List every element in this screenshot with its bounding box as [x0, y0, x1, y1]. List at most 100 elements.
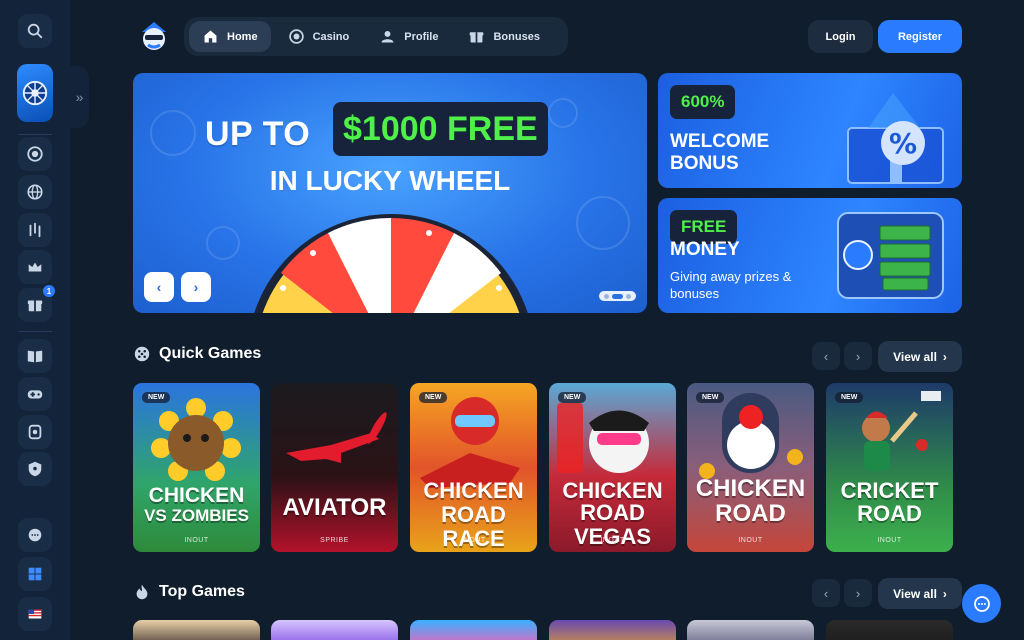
chevron-double-right-icon: » — [75, 89, 84, 105]
nav-label: Profile — [404, 30, 439, 43]
top-games-view-all[interactable]: View all › — [878, 578, 962, 609]
hero-headline-highlight: $1000 FREE — [333, 102, 548, 156]
sidebar-item-tournaments[interactable] — [18, 415, 52, 449]
game-tile-chicken-vs-zombies[interactable]: NEW CHICKEN VS ZOMBIES INOUT — [133, 383, 260, 552]
game-tile-chicken-road-vegas[interactable]: NEW CHICKEN ROAD VEGAS INOUT — [549, 383, 676, 552]
home-icon — [204, 30, 217, 43]
quick-games-header: Quick Games — [133, 345, 261, 363]
new-badge: NEW — [558, 392, 587, 403]
hero-pagination[interactable] — [599, 291, 636, 301]
sidebar-item-security[interactable] — [18, 452, 52, 486]
top-games-header: Top Games — [133, 583, 245, 601]
promo-tag: 600% — [670, 85, 736, 119]
promo-title: WELCOME — [670, 131, 770, 152]
sidebar-item-sports[interactable] — [18, 175, 52, 209]
hero-next-button[interactable]: › — [181, 272, 211, 302]
promo-free-money[interactable]: FREE MONEY Giving away prizes & bonuses — [658, 198, 962, 313]
game-tile-cricket-road[interactable]: NEW CRICKET ROAD INOUT — [826, 383, 953, 552]
top-game-tile[interactable] — [410, 620, 537, 640]
chevron-right-icon: › — [942, 586, 947, 601]
site-logo[interactable] — [136, 18, 172, 54]
nav-casino[interactable]: Casino — [275, 21, 363, 52]
top-game-tile[interactable] — [826, 620, 953, 640]
game-provider: INOUT — [461, 537, 486, 544]
game-tile-chicken-road[interactable]: NEW CHICKEN ROAD INOUT — [687, 383, 814, 552]
hero-banner[interactable]: UP TO $1000 FREE IN LUCKY WHEEL ‹ › — [133, 73, 647, 313]
sidebar-item-trading[interactable] — [18, 213, 52, 247]
promo-title: MONEY — [670, 239, 740, 260]
game-tile-aviator[interactable]: AVIATOR SPRIBE — [271, 383, 398, 552]
login-button[interactable]: Login — [808, 20, 873, 53]
windows-icon — [28, 567, 42, 581]
top-game-tile[interactable] — [549, 620, 676, 640]
sidebar-item-rules[interactable] — [18, 339, 52, 373]
top-games-next-button[interactable]: › — [844, 579, 872, 607]
book-icon — [27, 350, 43, 363]
notification-badge: 1 — [43, 285, 55, 297]
sidebar: 1 — [0, 0, 70, 640]
game-title: ROAD — [857, 501, 922, 526]
chevron-right-icon: › — [855, 585, 861, 601]
chevron-left-icon: ‹ — [823, 348, 829, 364]
hero-headline-line2: IN LUCKY WHEEL — [269, 165, 511, 196]
chevron-right-icon: › — [942, 349, 947, 364]
cricket-player-art — [862, 391, 941, 471]
chevron-left-icon: ‹ — [823, 585, 829, 601]
chat-icon — [973, 595, 990, 612]
live-chat-button[interactable] — [962, 584, 1001, 623]
quick-games-next-button[interactable]: › — [844, 342, 872, 370]
game-title: CHICKEN — [695, 475, 806, 502]
main-nav: Home Casino Profile Bonuses — [184, 17, 568, 56]
sidebar-divider — [18, 331, 52, 332]
nav-profile[interactable]: Profile — [366, 21, 451, 52]
sidebar-item-casino[interactable] — [18, 137, 52, 171]
flag-us-icon — [28, 609, 42, 619]
fire-icon — [136, 584, 148, 600]
game-tile-chicken-road-race[interactable]: NEW CHICKEN ROAD RACE INOUT — [410, 383, 537, 552]
game-title: CRICKET — [840, 478, 939, 503]
search-button[interactable] — [18, 14, 52, 48]
sidebar-item-windows-app[interactable] — [18, 557, 52, 591]
quick-games-view-all[interactable]: View all › — [878, 341, 962, 372]
game-provider: INOUT — [738, 537, 763, 544]
sidebar-item-games[interactable] — [18, 377, 52, 411]
profile-icon — [381, 30, 394, 43]
top-game-tile[interactable] — [271, 620, 398, 640]
nav-bonuses[interactable]: Bonuses — [455, 21, 552, 52]
top-games-prev-button[interactable]: ‹ — [812, 579, 840, 607]
top-game-tile[interactable] — [133, 620, 260, 640]
hero-headline-prefix: UP TO — [205, 115, 311, 153]
view-all-label: View all — [893, 586, 937, 601]
top-game-tile[interactable] — [687, 620, 814, 640]
promo-subtitle: Giving away prizes & bonuses — [670, 269, 792, 301]
register-button[interactable]: Register — [878, 20, 962, 53]
nav-home[interactable]: Home — [189, 21, 271, 52]
promo-title: BONUS — [670, 153, 739, 174]
section-title: Top Games — [159, 583, 245, 600]
language-selector[interactable] — [18, 597, 52, 631]
nav-label: Casino — [312, 30, 350, 43]
new-badge: NEW — [142, 392, 171, 403]
chip-icon — [27, 146, 43, 162]
support-icon — [28, 528, 42, 542]
chart-icon — [29, 222, 41, 238]
sidebar-item-support[interactable] — [18, 518, 52, 552]
gamepad-icon — [27, 390, 43, 399]
promo-welcome-bonus[interactable]: % 600% WELCOME BONUS — [658, 73, 962, 188]
sidebar-item-vip[interactable] — [18, 250, 52, 284]
lucky-wheel-shortcut[interactable] — [17, 64, 53, 122]
game-provider: INOUT — [184, 537, 209, 544]
sidebar-expand-toggle[interactable]: » — [70, 66, 89, 128]
quick-games-prev-button[interactable]: ‹ — [812, 342, 840, 370]
game-title: ROAD — [715, 500, 786, 527]
sidebar-item-gifts[interactable]: 1 — [18, 285, 55, 322]
airplane-art — [286, 412, 387, 463]
new-badge: NEW — [696, 392, 725, 403]
hero-prev-button[interactable]: ‹ — [144, 272, 174, 302]
gift-icon — [470, 32, 484, 43]
chevron-right-icon: › — [855, 348, 861, 364]
shield-icon — [28, 461, 42, 477]
game-provider: SPRIBE — [320, 537, 349, 544]
new-badge: NEW — [419, 392, 448, 403]
view-all-label: View all — [893, 349, 937, 364]
